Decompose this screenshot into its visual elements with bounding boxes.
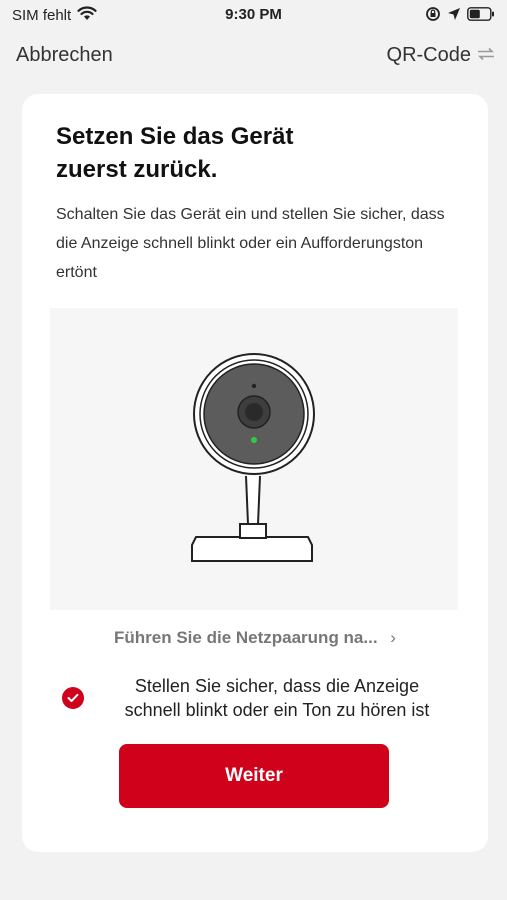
nav-bar: Abbrechen QR-Code xyxy=(0,40,507,76)
page-title: Setzen Sie das Gerät zuerst zurück. xyxy=(56,120,436,186)
qr-code-label: QR-Code xyxy=(386,44,471,66)
camera-device-illustration xyxy=(50,308,458,610)
main-card: Setzen Sie das Gerät zuerst zurück. Scha… xyxy=(22,94,488,852)
indicator-led xyxy=(251,437,257,443)
location-icon xyxy=(447,7,461,26)
instruction-text: Schalten Sie das Gerät ein und stellen S… xyxy=(56,206,445,281)
title-line-2: zuerst zurück. xyxy=(56,156,218,183)
next-button[interactable]: Weiter xyxy=(119,744,389,808)
pairing-guide-label: Führen Sie die Netzpaarung na... xyxy=(114,628,378,647)
cancel-button[interactable]: Abbrechen xyxy=(16,44,113,67)
confirm-line-1: Stellen Sie sicher, dass die Anzeige xyxy=(134,676,420,696)
status-bar: SIM fehlt 9:30 PM xyxy=(0,0,507,32)
battery-icon xyxy=(467,7,495,26)
title-line-1: Setzen Sie das Gerät xyxy=(56,123,294,150)
confirm-line-2: schnell blinkt oder ein Ton zu hören ist xyxy=(124,700,430,720)
status-right xyxy=(425,6,495,27)
orientation-lock-icon xyxy=(425,6,441,27)
switch-arrows-icon xyxy=(477,44,495,67)
confirm-label: Stellen Sie sicher, dass die Anzeige sch… xyxy=(92,674,462,722)
confirm-checkbox-row[interactable]: Stellen Sie sicher, dass die Anzeige sch… xyxy=(62,674,482,722)
chevron-right-icon: › xyxy=(390,628,396,647)
check-icon[interactable] xyxy=(62,687,84,709)
pairing-guide-link[interactable]: Führen Sie die Netzpaarung na... › xyxy=(22,628,488,648)
qr-code-button[interactable]: QR-Code xyxy=(387,44,495,67)
